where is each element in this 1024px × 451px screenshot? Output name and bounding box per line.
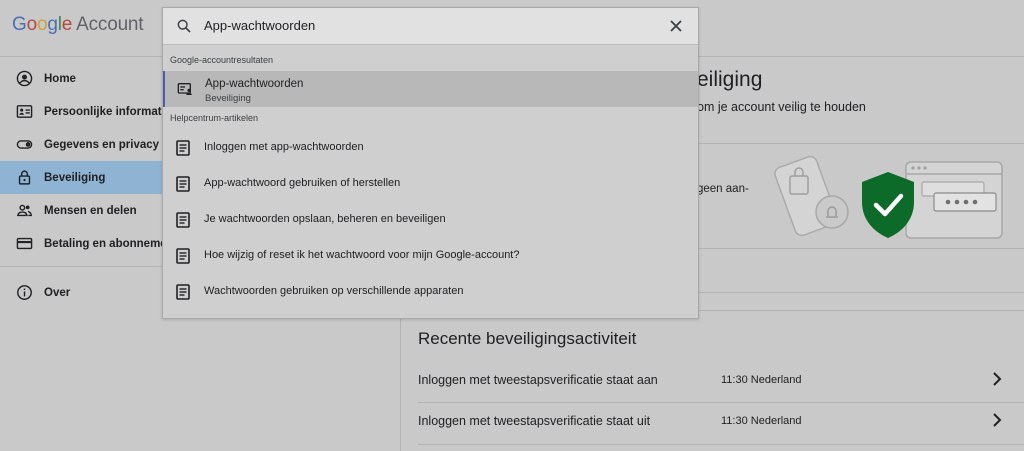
sidebar-item-payments[interactable]: Betaling en abonnementen bbox=[0, 227, 191, 260]
article-icon bbox=[176, 284, 190, 300]
chevron-right-icon bbox=[993, 372, 1002, 386]
people-icon bbox=[15, 202, 33, 220]
search-result-app-passwords[interactable]: App-wachtwoorden Beveiliging bbox=[163, 71, 698, 107]
id-card-icon bbox=[15, 103, 33, 121]
account-results-label: Google-accountresultaten bbox=[170, 55, 274, 65]
google-account-logo[interactable]: Google Account bbox=[12, 14, 144, 36]
page-subtitle: om je account veilig te houden bbox=[697, 100, 866, 114]
credit-card-icon bbox=[15, 235, 33, 253]
sidebar-item-label: Over bbox=[44, 286, 71, 299]
account-circle-icon bbox=[15, 70, 33, 88]
sidebar-item-label: Persoonlijke informatie bbox=[44, 105, 172, 118]
result-title: App-wachtwoorden bbox=[205, 78, 304, 90]
activity-row[interactable]: Inloggen met tweestapsverificatie staat … bbox=[418, 413, 1024, 434]
chevron-right-icon bbox=[993, 413, 1002, 427]
account-settings-icon bbox=[177, 83, 192, 95]
activity-text: Inloggen met tweestapsverificatie staat … bbox=[418, 414, 651, 428]
search-input[interactable] bbox=[204, 18, 634, 33]
article-title: Je wachtwoorden opslaan, beheren en beve… bbox=[204, 213, 446, 225]
logo-account-text: Account bbox=[76, 14, 144, 35]
search-icon[interactable] bbox=[176, 18, 192, 34]
sidebar-item-security[interactable]: Beveiliging bbox=[0, 161, 162, 194]
article-icon bbox=[176, 248, 190, 264]
card-divider bbox=[686, 248, 1024, 249]
article-icon bbox=[176, 212, 190, 228]
sidebar-item-home[interactable]: Home bbox=[0, 62, 162, 95]
sidebar-item-personal-info[interactable]: Persoonlijke informatie bbox=[0, 95, 171, 128]
activity-divider bbox=[418, 402, 1024, 403]
activity-time: 11:30 Nederland bbox=[721, 374, 802, 386]
security-status-text: geen aan- bbox=[697, 183, 749, 195]
activity-divider bbox=[418, 444, 1024, 445]
sidebar-item-people-sharing[interactable]: Mensen en delen bbox=[0, 194, 162, 227]
page-title: eiliging bbox=[697, 68, 763, 91]
lock-icon bbox=[15, 169, 33, 187]
sidebar-item-label: Beveiliging bbox=[44, 171, 106, 184]
activity-text: Inloggen met tweestapsverificatie staat … bbox=[418, 373, 658, 387]
close-icon[interactable] bbox=[669, 19, 683, 33]
article-title: Hoe wijzig of reset ik het wachtwoord vo… bbox=[204, 249, 520, 261]
sidebar-item-label: Mensen en delen bbox=[44, 204, 137, 217]
search-dialog: Google-accountresultaten App-wachtwoorde… bbox=[162, 7, 699, 319]
help-article-item[interactable]: Je wachtwoorden opslaan, beheren en beve… bbox=[163, 205, 698, 235]
sidebar: Home Persoonlijke informatie Gegevens en… bbox=[0, 62, 191, 309]
help-articles-label: Helpcentrum-artikelen bbox=[170, 113, 259, 123]
search-bar bbox=[163, 8, 698, 45]
article-title: App-wachtwoord gebruiken of herstellen bbox=[204, 177, 401, 189]
info-icon bbox=[15, 284, 33, 302]
security-shield-illustration bbox=[774, 155, 1003, 239]
sidebar-item-data-privacy[interactable]: Gegevens en privacy bbox=[0, 128, 162, 161]
help-article-item[interactable]: Inloggen met app-wachtwoorden bbox=[163, 133, 698, 163]
recent-activity-title: Recente beveiligingsactiviteit bbox=[418, 329, 637, 348]
logo-google: Google bbox=[12, 14, 73, 35]
sidebar-item-label: Home bbox=[44, 72, 76, 85]
article-icon bbox=[176, 176, 190, 192]
article-title: Wachtwoorden gebruiken op verschillende … bbox=[204, 285, 464, 297]
help-article-item[interactable]: Wachtwoorden gebruiken op verschillende … bbox=[163, 277, 698, 307]
sidebar-item-about[interactable]: Over bbox=[0, 276, 162, 309]
article-icon bbox=[176, 140, 190, 156]
help-article-item[interactable]: Hoe wijzig of reset ik het wachtwoord vo… bbox=[163, 241, 698, 271]
sidebar-divider bbox=[0, 266, 162, 267]
activity-time: 11:30 Nederland bbox=[721, 415, 802, 427]
toggle-icon bbox=[15, 136, 33, 154]
activity-row[interactable]: Inloggen met tweestapsverificatie staat … bbox=[418, 372, 1024, 393]
article-title: Inloggen met app-wachtwoorden bbox=[204, 141, 364, 153]
help-article-item[interactable]: App-wachtwoord gebruiken of herstellen bbox=[163, 169, 698, 199]
result-subtitle: Beveiliging bbox=[205, 93, 251, 104]
sidebar-item-label: Gegevens en privacy bbox=[44, 138, 160, 151]
